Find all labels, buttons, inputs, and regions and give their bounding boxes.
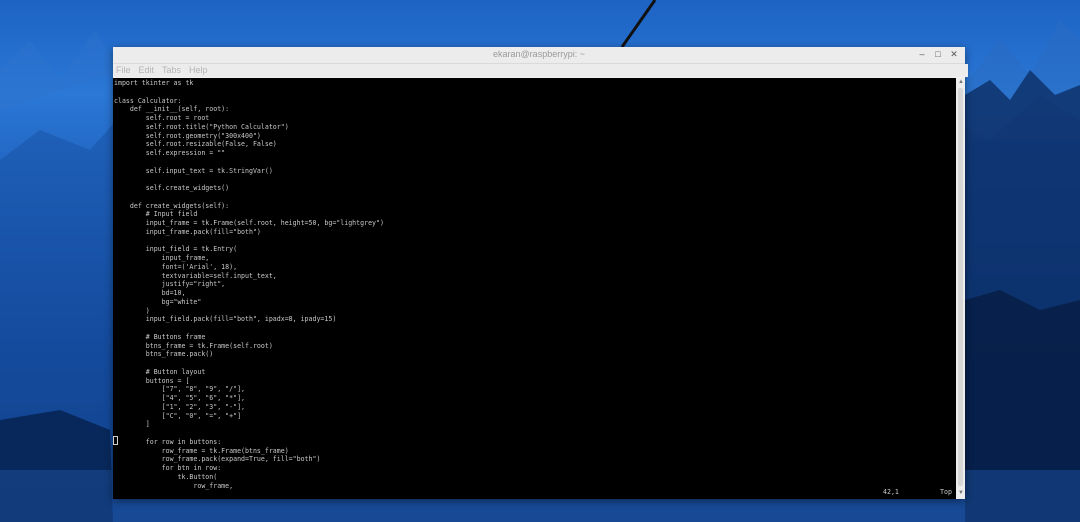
code-line: # Button layout: [114, 367, 206, 376]
code-line: ["4", "5", "6", "*"],: [114, 394, 246, 402]
maximize-button[interactable]: □: [933, 48, 943, 60]
scroll-indicator: Top: [940, 488, 952, 496]
code-line: self.expression = "": [114, 149, 226, 157]
code-line: btns_frame.pack(): [114, 350, 214, 359]
code-line: for btn in row:: [114, 464, 222, 472]
close-button[interactable]: ✕: [949, 48, 959, 60]
code-line: input_frame.pack(fill="both"): [114, 227, 261, 236]
code-line: # Buttons frame: [114, 332, 206, 341]
cursor-position: 42,1: [883, 488, 899, 496]
code-line: row_frame.pack(expand=True, fill="both"): [114, 455, 321, 464]
code-line: for row in buttons:: [114, 437, 222, 446]
code-line: row_frame = tk.Frame(btns_frame): [114, 446, 289, 455]
title-bar[interactable]: ekaran@raspberrypi: ~ – □ ✕: [113, 47, 965, 64]
code-line: justify="right",: [114, 280, 226, 289]
code-line: self.input_text = tk.StringVar(): [114, 166, 273, 175]
code-line: input_frame = tk.Frame(self.root, height…: [114, 219, 384, 227]
code-line: ["1", "2", "3", "-"],: [114, 402, 246, 411]
code-line: font=('Arial', 18),: [114, 262, 238, 271]
code-line: input_field = tk.Entry(: [114, 245, 238, 254]
code-line: bg="white": [114, 297, 202, 306]
code-line: def __init__(self, root):: [114, 105, 230, 114]
code-line: self.root.geometry("300x400"): [114, 131, 261, 140]
code-line: input_frame,: [114, 254, 210, 262]
code-line: self.root = root: [114, 114, 210, 122]
code-line: ["7", "8", "9", "/"],: [114, 385, 246, 394]
terminal-content[interactable]: import tkinter as tk class Calculator: de…: [113, 78, 956, 499]
code-line: row_frame,: [114, 481, 234, 490]
code-line: self.create_widgets(): [114, 184, 230, 192]
terminal-window: ekaran@raspberrypi: ~ – □ ✕ File Edit Ta…: [113, 47, 968, 499]
menu-file[interactable]: File: [116, 64, 131, 77]
code-line: textvariable=self.input_text,: [114, 271, 277, 280]
code-line: def create_widgets(self):: [114, 201, 230, 210]
minimize-button[interactable]: –: [917, 48, 927, 60]
code-line: input_field.pack(fill="both", ipadx=8, i…: [114, 315, 337, 324]
code-line: self.root.resizable(False, False): [114, 140, 277, 149]
code-line: class Calculator:: [114, 96, 182, 105]
code-editor-text: import tkinter as tk class Calculator: de…: [114, 79, 384, 490]
window-controls: – □ ✕: [917, 48, 959, 60]
code-line: ): [114, 306, 150, 315]
scroll-up-icon[interactable]: ▲: [958, 79, 964, 85]
code-line: ]: [114, 420, 150, 429]
code-line: buttons = [: [114, 376, 190, 385]
window-title: ekaran@raspberrypi: ~: [493, 49, 585, 59]
code-line: tk.Button(: [114, 472, 218, 481]
code-line: bd=10,: [114, 289, 186, 297]
menu-bar: File Edit Tabs Help: [113, 64, 968, 77]
vertical-scrollbar[interactable]: ▲ ▼: [956, 78, 965, 499]
menu-edit[interactable]: Edit: [139, 64, 155, 77]
code-line: btns_frame = tk.Frame(self.root): [114, 341, 273, 350]
text-cursor: [113, 436, 118, 445]
scroll-thumb[interactable]: [958, 88, 963, 486]
code-line: ["C", "0", "=", "+"]: [114, 411, 242, 420]
menu-help[interactable]: Help: [189, 64, 208, 77]
menu-tabs[interactable]: Tabs: [162, 64, 181, 77]
scroll-down-icon[interactable]: ▼: [958, 490, 964, 496]
code-line: import tkinter as tk: [114, 79, 194, 87]
code-line: # Input field: [114, 210, 198, 219]
code-line: self.root.title("Python Calculator"): [114, 122, 289, 131]
